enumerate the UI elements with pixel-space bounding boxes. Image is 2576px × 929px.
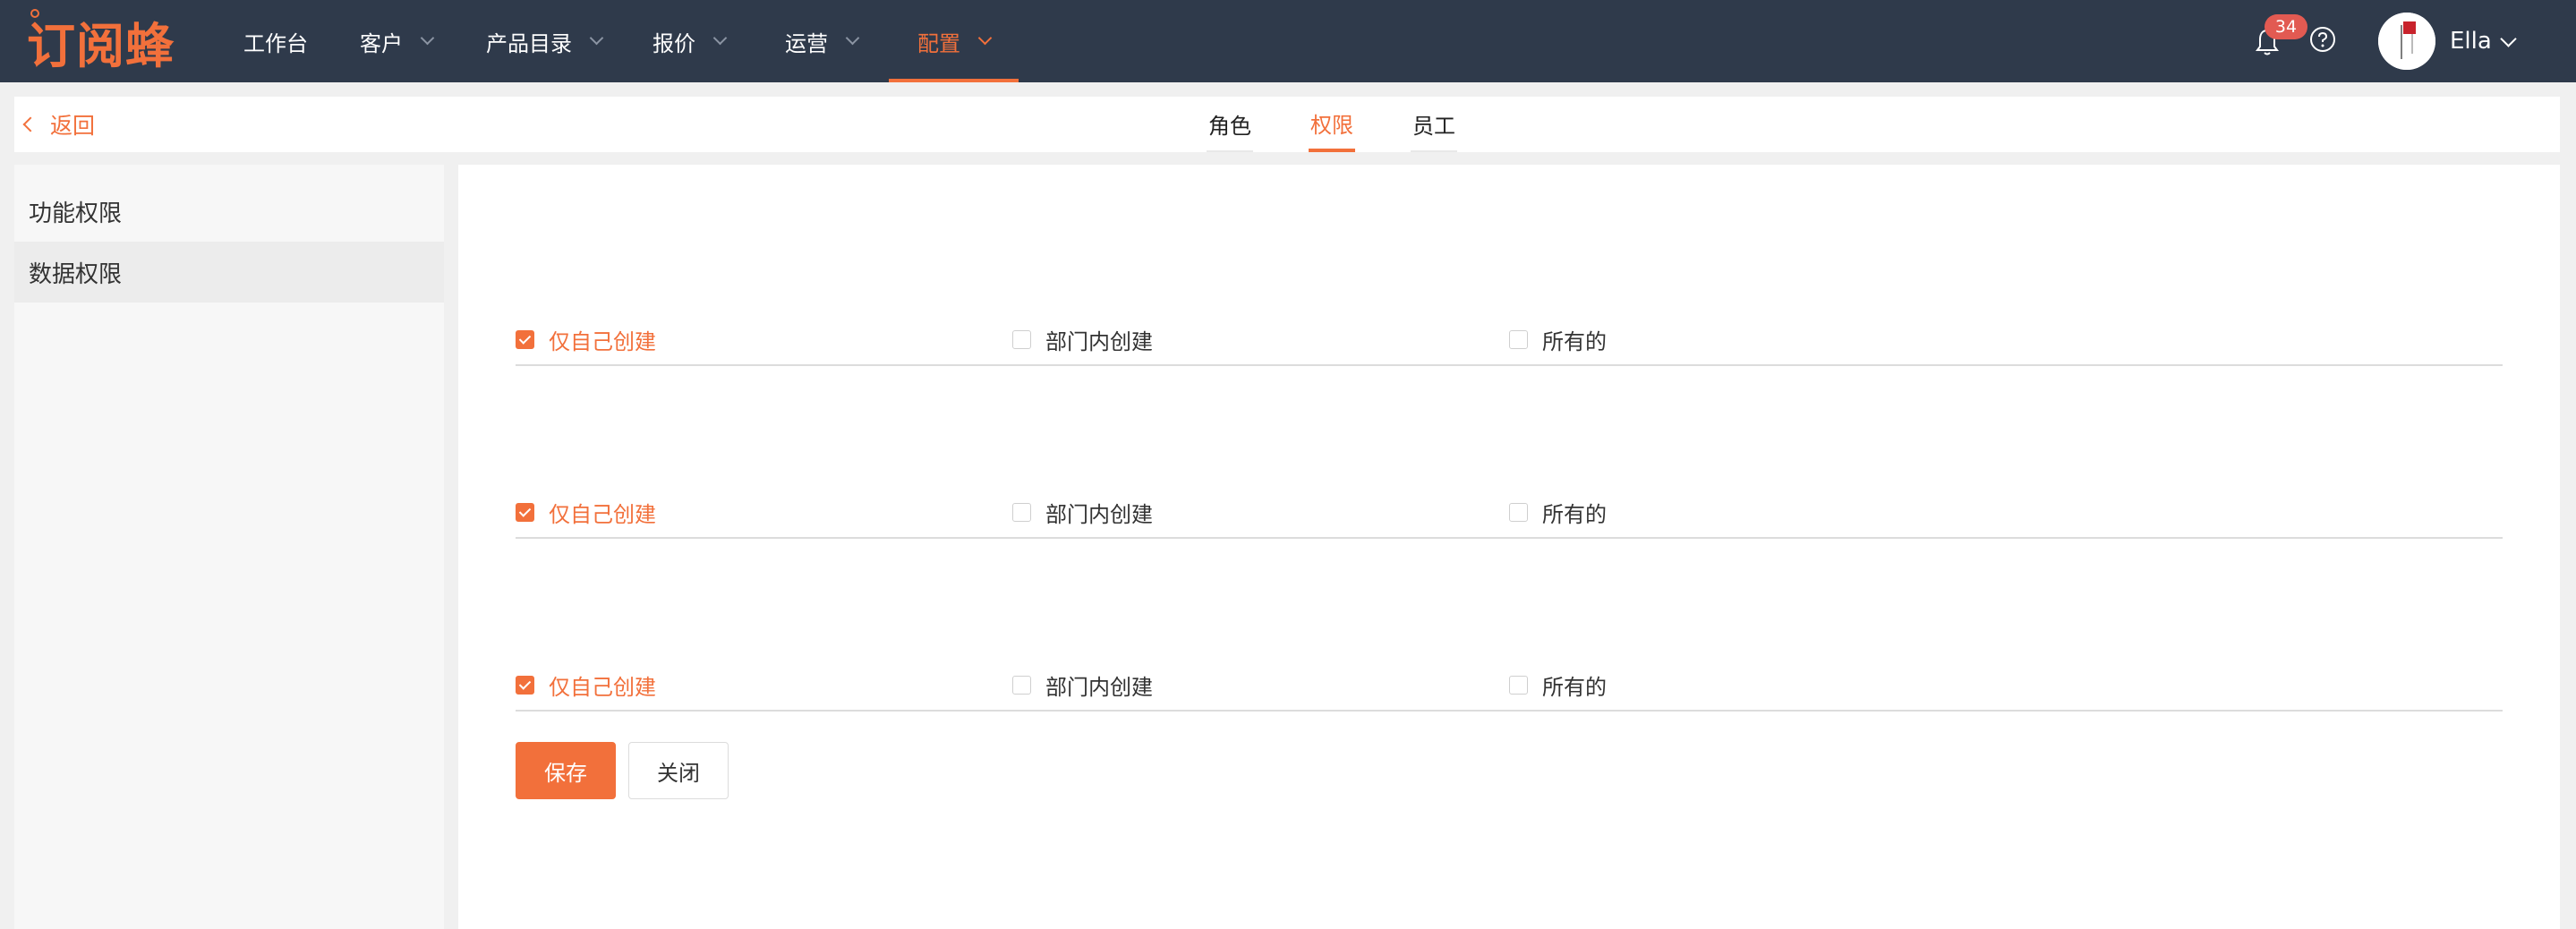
- option-department-created[interactable]: 部门内创建: [1012, 485, 1153, 539]
- option-all[interactable]: 所有的: [1509, 312, 1607, 366]
- tab-roles[interactable]: 角色: [1207, 97, 1253, 152]
- nav-item-quotes[interactable]: 报价: [653, 0, 728, 82]
- permission-row: 仅自己创建 部门内创建 所有的: [516, 485, 2503, 539]
- chevron-left-icon: [22, 116, 38, 132]
- nav-item-label: 工作台: [243, 30, 308, 56]
- save-button[interactable]: 保存: [516, 742, 616, 799]
- checkbox[interactable]: [516, 502, 534, 522]
- nav-item-operations[interactable]: 运营: [785, 0, 860, 82]
- nav-item-label: 客户: [360, 30, 403, 56]
- option-label: 仅自己创建: [549, 501, 656, 527]
- option-label: 仅自己创建: [549, 328, 656, 354]
- chevron-down-icon: [420, 30, 435, 45]
- avatar[interactable]: [2378, 13, 2435, 70]
- tab-employees[interactable]: 员工: [1411, 97, 1457, 152]
- chevron-down-icon: [845, 30, 860, 45]
- nav-item-workbench[interactable]: 工作台: [243, 0, 308, 82]
- nav-item-label: 产品目录: [486, 30, 572, 56]
- option-label: 所有的: [1542, 501, 1607, 527]
- nav-item-product-catalog[interactable]: 产品目录: [486, 0, 604, 82]
- checkbox[interactable]: [1012, 502, 1031, 522]
- checkbox[interactable]: [516, 329, 534, 349]
- permission-row: 仅自己创建 部门内创建 所有的: [516, 658, 2503, 712]
- side-item-data-permissions[interactable]: 数据权限: [14, 242, 444, 303]
- close-button[interactable]: 关闭: [628, 742, 729, 799]
- nav-item-label: 报价: [653, 30, 695, 56]
- tab-bar: 角色 权限 员工: [1207, 97, 1457, 152]
- side-menu: 功能权限 数据权限: [14, 165, 444, 929]
- option-department-created[interactable]: 部门内创建: [1012, 658, 1153, 712]
- avatar-image-icon: [2378, 13, 2435, 70]
- option-own-created[interactable]: 仅自己创建: [516, 312, 656, 366]
- back-label: 返回: [50, 113, 96, 139]
- checkbox[interactable]: [1509, 329, 1528, 349]
- app-logo[interactable]: 订阅蜂: [27, 9, 175, 74]
- permission-panel: 仅自己创建 部门内创建 所有的 仅自己创建 部门内创建 所有的 仅自己创建 部门…: [458, 165, 2560, 929]
- nav-item-configuration[interactable]: 配置: [889, 0, 1019, 82]
- option-own-created[interactable]: 仅自己创建: [516, 485, 656, 539]
- option-all[interactable]: 所有的: [1509, 485, 1607, 539]
- checkbox[interactable]: [1509, 675, 1528, 695]
- tab-permissions[interactable]: 权限: [1309, 97, 1355, 152]
- option-label: 所有的: [1542, 328, 1607, 354]
- logo-mark-icon: [30, 9, 39, 18]
- permission-row: 仅自己创建 部门内创建 所有的: [516, 312, 2503, 366]
- chevron-down-icon: [589, 30, 604, 45]
- option-all[interactable]: 所有的: [1509, 658, 1607, 712]
- top-navbar: 订阅蜂 工作台 客户 产品目录 报价 运营 配置 34 Ella: [0, 0, 2576, 82]
- chevron-down-icon: [712, 30, 728, 45]
- checkbox[interactable]: [1509, 502, 1528, 522]
- option-label: 部门内创建: [1045, 501, 1153, 527]
- option-label: 仅自己创建: [549, 674, 656, 700]
- option-label: 部门内创建: [1045, 328, 1153, 354]
- checkbox[interactable]: [1012, 329, 1031, 349]
- chevron-down-icon: [977, 30, 993, 45]
- nav-item-label: 运营: [785, 30, 828, 56]
- nav-item-label: 配置: [917, 30, 960, 56]
- chevron-down-icon[interactable]: [2500, 30, 2517, 47]
- logo-text: 订阅蜂: [27, 17, 175, 74]
- checkbox[interactable]: [1012, 675, 1031, 695]
- checkbox[interactable]: [516, 675, 534, 695]
- notification-badge: 34: [2265, 14, 2307, 39]
- option-label: 所有的: [1542, 674, 1607, 700]
- nav-item-customers[interactable]: 客户: [360, 0, 435, 82]
- user-name[interactable]: Ella: [2450, 0, 2492, 82]
- back-button[interactable]: 返回: [20, 97, 95, 152]
- side-item-function-permissions[interactable]: 功能权限: [14, 181, 444, 242]
- option-own-created[interactable]: 仅自己创建: [516, 658, 656, 712]
- sub-header: 返回 角色 权限 员工: [14, 97, 2560, 152]
- option-department-created[interactable]: 部门内创建: [1012, 312, 1153, 366]
- option-label: 部门内创建: [1045, 674, 1153, 700]
- question-circle-icon[interactable]: [2309, 26, 2336, 53]
